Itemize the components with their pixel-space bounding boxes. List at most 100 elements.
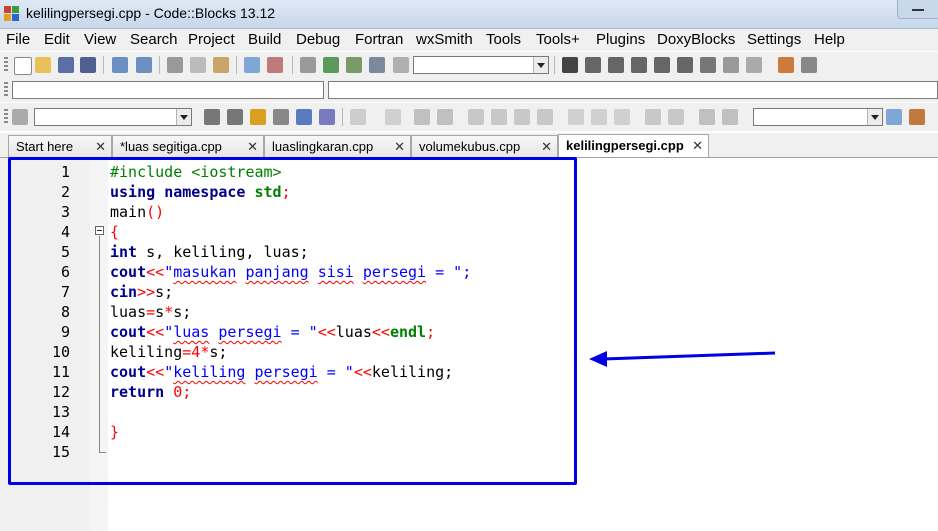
menu-wxsmith[interactable]: wxSmith [416,31,473,48]
menu-fortran[interactable]: Fortran [355,31,403,48]
menu-search[interactable]: Search [130,31,178,48]
tab-start-here[interactable]: Start here ✕ [8,135,112,157]
tab-luas-segitiga[interactable]: *luas segitiga.cpp ✕ [112,135,264,157]
chevron-down-icon[interactable] [176,109,191,125]
button-icon[interactable] [614,109,630,125]
step-into-icon[interactable] [631,57,647,73]
codeblocks-logo-icon [4,6,20,22]
previous-match-icon[interactable] [204,109,220,125]
button-icon[interactable] [591,109,607,125]
run-to-cursor-icon[interactable] [585,57,601,73]
menu-edit[interactable]: Edit [44,31,70,48]
text-icon[interactable] [437,109,453,125]
pointer-icon[interactable] [350,109,366,125]
save-all-icon[interactable] [80,57,96,73]
menu-settings[interactable]: Settings [747,31,801,48]
toolbar-separator [292,56,293,74]
selected-text-only-icon[interactable] [273,109,289,125]
undo-icon[interactable] [112,57,128,73]
tab-label: *luas segitiga.cpp [120,139,222,154]
incremental-search-input[interactable] [34,108,192,126]
tab-label: volumekubus.cpp [419,139,521,154]
menu-tools[interactable]: Tools [486,31,521,48]
stop-debug-icon[interactable] [746,57,762,73]
zoom-out-icon[interactable] [668,109,684,125]
toolbar-grip[interactable] [4,57,8,73]
toolbar-grip[interactable] [4,82,8,98]
debug-continue-icon[interactable] [562,57,578,73]
copy-icon[interactable] [190,57,206,73]
panel-icon[interactable] [468,109,484,125]
close-icon[interactable]: ✕ [541,139,552,155]
function-select[interactable] [328,81,938,99]
pause-icon[interactable] [723,57,739,73]
step-instruction-icon[interactable] [700,57,716,73]
annotation-highlight-box [8,157,577,485]
menu-plugins[interactable]: Plugins [596,31,645,48]
symbol-select[interactable] [753,108,883,126]
form-icon[interactable] [385,109,401,125]
scope-select[interactable] [12,81,324,99]
panel-icon[interactable] [537,109,553,125]
cut-icon[interactable] [167,57,183,73]
panel-icon[interactable] [514,109,530,125]
tools-icon[interactable] [909,109,925,125]
highlight-icon[interactable] [250,109,266,125]
menu-bar: File Edit View Search Project Build Debu… [0,29,938,51]
step-out-icon[interactable] [654,57,670,73]
run-icon[interactable] [323,57,339,73]
menu-file[interactable]: File [6,31,30,48]
title-bar: kelilingpersegi.cpp - Code::Blocks 13.12 [0,0,938,29]
search-icon[interactable] [886,109,902,125]
panel-icon[interactable] [491,109,507,125]
build-gear-icon[interactable] [300,57,316,73]
abort-icon[interactable] [393,57,409,73]
tab-label: luaslingkaran.cpp [272,139,374,154]
button-icon[interactable] [568,109,584,125]
menu-debug[interactable]: Debug [296,31,340,48]
build-and-run-icon[interactable] [346,57,362,73]
tab-luaslingkaran[interactable]: luaslingkaran.cpp ✕ [264,135,411,157]
close-icon[interactable]: ✕ [692,138,703,154]
zoom-in-icon[interactable] [645,109,661,125]
find-icon[interactable] [244,57,260,73]
various-info-icon[interactable] [801,57,817,73]
tab-label: Start here [16,139,74,154]
rebuild-icon[interactable] [369,57,385,73]
c-icon[interactable] [722,109,738,125]
chevron-down-icon[interactable] [867,109,882,125]
menu-build[interactable]: Build [248,31,281,48]
tab-kelilingpersegi[interactable]: kelilingpersegi.cpp ✕ [558,134,709,157]
next-line-icon[interactable] [608,57,624,73]
redo-icon[interactable] [136,57,152,73]
open-folder-icon[interactable] [35,57,51,73]
menu-help[interactable]: Help [814,31,845,48]
s-icon[interactable] [699,109,715,125]
minimize-button[interactable] [897,0,938,19]
menu-tools-plus[interactable]: Tools+ [536,31,580,48]
replace-icon[interactable] [267,57,283,73]
paste-icon[interactable] [213,57,229,73]
debug-windows-icon[interactable] [778,57,794,73]
code-completion-toolbar [0,78,938,102]
chevron-down-icon[interactable] [533,57,548,73]
next-instruction-icon[interactable] [677,57,693,73]
close-icon[interactable]: ✕ [95,139,106,155]
next-match-icon[interactable] [227,109,243,125]
clear-icon[interactable] [12,109,28,125]
editor-tab-bar: Start here ✕ *luas segitiga.cpp ✕ luasling… [0,133,938,158]
mail-icon[interactable] [414,109,430,125]
menu-project[interactable]: Project [188,31,235,48]
match-case-icon[interactable] [296,109,312,125]
toolbar-grip[interactable] [4,109,8,125]
close-icon[interactable]: ✕ [247,139,258,155]
menu-doxyblocks[interactable]: DoxyBlocks [657,31,735,48]
save-icon[interactable] [58,57,74,73]
toolbar-separator [159,56,160,74]
tab-volumekubus[interactable]: volumekubus.cpp ✕ [411,135,558,157]
build-target-select[interactable] [413,56,549,74]
menu-view[interactable]: View [84,31,116,48]
close-icon[interactable]: ✕ [394,139,405,155]
new-file-icon[interactable] [14,57,32,75]
regex-icon[interactable] [319,109,335,125]
